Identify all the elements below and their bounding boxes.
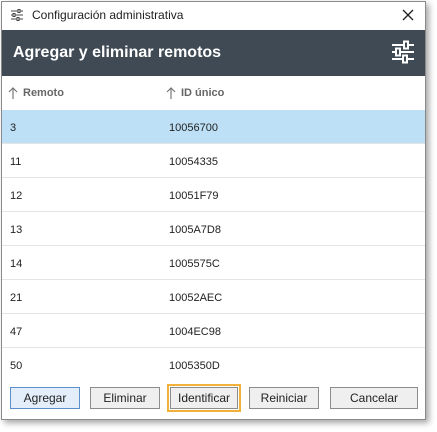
identify-button[interactable]: Identificar <box>167 384 241 412</box>
cell-remoto: 47 <box>10 326 23 338</box>
close-icon[interactable] <box>397 4 419 26</box>
cell-remoto: 11 <box>10 156 22 168</box>
header-title: Agregar y eliminar remotos <box>13 44 222 61</box>
table-row[interactable]: 11 10054335 <box>2 144 425 178</box>
sort-up-arrow-icon <box>8 87 18 99</box>
column-label: ID único <box>181 87 225 99</box>
cell-remoto: 13 <box>10 224 23 236</box>
dialog-header: Agregar y eliminar remotos <box>2 30 425 76</box>
column-label: Remoto <box>23 87 64 99</box>
table-row[interactable]: 47 1004EC98 <box>2 314 425 348</box>
cell-id: 10054335 <box>169 156 218 168</box>
cell-remoto: 14 <box>10 258 23 270</box>
sort-up-arrow-icon <box>166 87 176 99</box>
cell-id: 1005A7D8 <box>169 224 221 236</box>
sliders-icon[interactable] <box>391 40 415 64</box>
table-header: Remoto ID único <box>2 76 425 111</box>
table-row[interactable]: 21 10052AEC <box>2 280 425 314</box>
cell-remoto: 21 <box>10 292 23 304</box>
remove-button[interactable]: Eliminar <box>90 387 160 409</box>
cell-remoto: 50 <box>10 360 23 372</box>
column-header-remoto[interactable]: Remoto <box>8 87 64 99</box>
cell-id: 10052AEC <box>169 292 223 304</box>
cell-id: 1005350D <box>169 360 220 372</box>
column-header-id-unico[interactable]: ID único <box>166 87 224 99</box>
table-row[interactable]: 3 10056700 <box>2 110 425 144</box>
cell-remoto: 12 <box>10 190 23 202</box>
table-row[interactable]: 13 1005A7D8 <box>2 212 425 246</box>
cancel-button[interactable]: Cancelar <box>330 387 418 409</box>
window-title: Configuración administrativa <box>32 8 184 22</box>
dialog-window: Configuración administrativa Agregar y e… <box>1 1 426 420</box>
button-bar: Agregar Eliminar Identificar Reiniciar C… <box>2 377 425 419</box>
reset-button[interactable]: Reiniciar <box>249 387 319 409</box>
sliders-icon <box>11 9 23 21</box>
table-row[interactable]: 14 1005575C <box>2 246 425 280</box>
cell-id: 1004EC98 <box>169 326 221 338</box>
add-button[interactable]: Agregar <box>10 387 80 409</box>
cell-id: 10056700 <box>169 122 218 134</box>
table-row[interactable]: 12 10051F79 <box>2 178 425 212</box>
cell-id: 1005575C <box>169 258 220 270</box>
table-body: 3 10056700 11 10054335 12 10051F79 13 10… <box>2 110 425 382</box>
cell-id: 10051F79 <box>169 190 219 202</box>
cell-remoto: 3 <box>10 122 17 134</box>
title-bar: Configuración administrativa <box>2 2 425 30</box>
